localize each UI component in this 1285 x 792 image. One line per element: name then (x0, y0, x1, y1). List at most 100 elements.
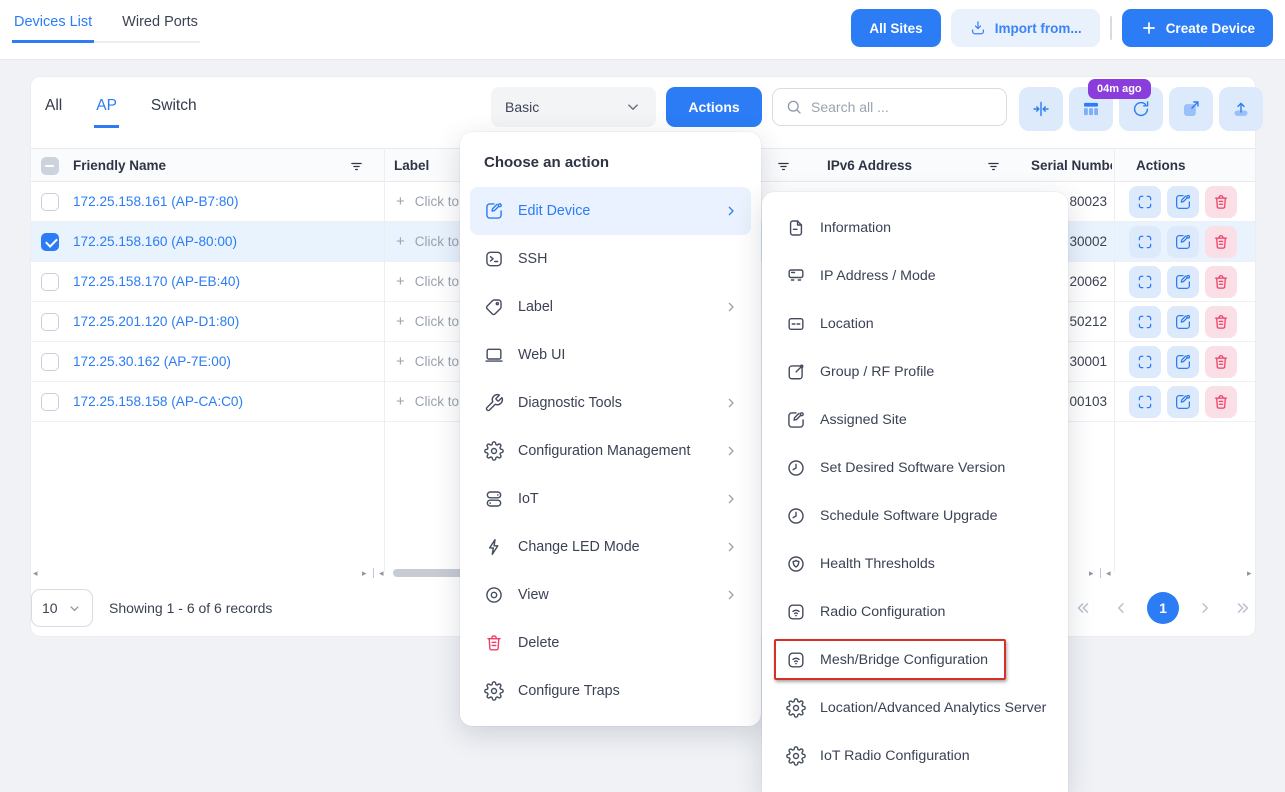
action-menu-item[interactable]: SSH (470, 235, 751, 283)
submenu-item[interactable]: Location/Advanced Analytics Server (762, 684, 1068, 732)
expand-row-button[interactable] (1129, 266, 1161, 298)
column-header-serial[interactable]: Serial Number (1031, 149, 1112, 183)
add-label-cell[interactable]: +Click to (396, 262, 459, 302)
page-tab[interactable]: Wired Ports (120, 6, 200, 43)
action-menu-item[interactable]: Delete (470, 619, 751, 667)
select-all-checkbox[interactable] (41, 157, 59, 175)
scroll-right-arrow-icon[interactable]: ▸ (1247, 567, 1252, 579)
action-menu-item[interactable]: Configure Traps (470, 667, 751, 715)
column-header-ipv6[interactable]: IPv6 Address (827, 149, 912, 183)
scroll-right-arrow-icon[interactable]: ▸ (362, 567, 367, 579)
expand-row-button[interactable] (1129, 226, 1161, 258)
pagination-prev-button[interactable] (1109, 596, 1133, 620)
submenu-item[interactable]: Location (762, 300, 1068, 348)
delete-row-button[interactable] (1205, 306, 1237, 338)
action-menu-item[interactable]: Edit Device (470, 187, 751, 235)
expand-icon (1136, 273, 1154, 291)
device-name-link[interactable]: 172.25.201.120 (AP-D1:80) (73, 302, 239, 342)
filter-icon[interactable] (349, 159, 364, 174)
device-type-tab[interactable]: All (43, 91, 64, 128)
actions-button[interactable]: Actions (666, 87, 762, 127)
column-header-actions: Actions (1136, 149, 1186, 183)
submenu-item[interactable]: Mesh/Bridge Configuration (762, 636, 1068, 684)
view-mode-select[interactable]: Basic (491, 87, 656, 127)
action-menu-item[interactable]: Label (470, 283, 751, 331)
delete-row-button[interactable] (1205, 266, 1237, 298)
create-device-button[interactable]: Create Device (1122, 9, 1273, 47)
add-label-cell[interactable]: +Click to (396, 302, 459, 342)
device-name-link[interactable]: 172.25.158.158 (AP-CA:C0) (73, 382, 243, 422)
action-menu-item[interactable]: View (470, 571, 751, 619)
toolbar-icon-button[interactable] (1219, 87, 1263, 131)
scroll-left-arrow-icon[interactable]: ◂ (33, 567, 38, 579)
add-label-cell[interactable]: +Click to (396, 382, 459, 422)
toolbar-icon-button[interactable] (1019, 87, 1063, 131)
edit-row-button[interactable] (1167, 346, 1199, 378)
expand-row-button[interactable] (1129, 186, 1161, 218)
edit-row-button[interactable] (1167, 186, 1199, 218)
pagination-current-page[interactable]: 1 (1147, 592, 1179, 624)
import-from-button[interactable]: Import from... (951, 9, 1100, 47)
row-checkbox[interactable] (41, 313, 59, 331)
submenu-item[interactable]: Schedule Software Upgrade (762, 492, 1068, 540)
filter-icon[interactable] (776, 159, 791, 174)
row-checkbox[interactable] (41, 393, 59, 411)
device-name-link[interactable]: 172.25.158.161 (AP-B7:80) (73, 182, 239, 222)
device-name-link[interactable]: 172.25.158.170 (AP-EB:40) (73, 262, 240, 302)
edit-row-button[interactable] (1167, 266, 1199, 298)
scroll-left-arrow-icon[interactable]: ◂ (379, 567, 384, 579)
column-header-friendly-name[interactable]: Friendly Name (73, 149, 166, 183)
submenu-item[interactable]: Health Thresholds (762, 540, 1068, 588)
expand-row-button[interactable] (1129, 346, 1161, 378)
expand-icon (1136, 393, 1154, 411)
row-checkbox[interactable] (41, 353, 59, 371)
search-input[interactable] (811, 99, 994, 115)
device-type-tab[interactable]: Switch (149, 91, 199, 128)
delete-row-button[interactable] (1205, 186, 1237, 218)
row-checkbox[interactable] (41, 273, 59, 291)
action-menu-item[interactable]: Change LED Mode (470, 523, 751, 571)
edit-row-button[interactable] (1167, 386, 1199, 418)
action-menu-item[interactable]: Web UI (470, 331, 751, 379)
action-menu-item[interactable]: IoT (470, 475, 751, 523)
all-sites-button[interactable]: All Sites (851, 9, 940, 47)
refresh-icon (1131, 99, 1151, 119)
submenu-item[interactable]: Assigned Site (762, 396, 1068, 444)
action-menu-item[interactable]: Diagnostic Tools (470, 379, 751, 427)
action-menu-title: Choose an action (460, 146, 761, 187)
add-label-cell[interactable]: +Click to (396, 182, 459, 222)
row-checkbox[interactable] (41, 193, 59, 211)
device-name-link[interactable]: 172.25.30.162 (AP-7E:00) (73, 342, 231, 382)
pagination-last-button[interactable] (1231, 596, 1255, 620)
device-type-tab[interactable]: AP (94, 91, 119, 128)
delete-row-button[interactable] (1205, 346, 1237, 378)
action-menu-item[interactable]: Configuration Management (470, 427, 751, 475)
pagination-first-button[interactable] (1071, 596, 1095, 620)
gear-icon (786, 746, 806, 766)
submenu-item[interactable]: IP Address / Mode (762, 252, 1068, 300)
page-size-select[interactable]: 10 (31, 589, 93, 627)
add-label-cell[interactable]: +Click to (396, 342, 459, 382)
column-header-label[interactable]: Label (394, 149, 429, 183)
edit-row-button[interactable] (1167, 226, 1199, 258)
submenu-item[interactable]: Group / RF Profile (762, 348, 1068, 396)
expand-row-button[interactable] (1129, 306, 1161, 338)
submenu-item[interactable]: Radio Configuration (762, 588, 1068, 636)
submenu-item[interactable]: Set Desired Software Version (762, 444, 1068, 492)
device-name-link[interactable]: 172.25.158.160 (AP-80:00) (73, 222, 237, 262)
submenu-item[interactable]: IoT Radio Configuration (762, 732, 1068, 780)
delete-row-button[interactable] (1205, 226, 1237, 258)
add-label-cell[interactable]: +Click to (396, 222, 459, 262)
scroll-right-arrow-icon[interactable]: ▸ (1089, 567, 1094, 579)
edit-row-button[interactable] (1167, 306, 1199, 338)
toolbar-icon-button[interactable] (1169, 87, 1213, 131)
delete-row-button[interactable] (1205, 386, 1237, 418)
row-checkbox[interactable] (41, 233, 59, 251)
pagination-next-button[interactable] (1193, 596, 1217, 620)
scroll-left-arrow-icon[interactable]: ◂ (1106, 567, 1111, 579)
page-tab[interactable]: Devices List (12, 6, 94, 43)
filter-icon[interactable] (986, 159, 1001, 174)
add-label-text: Click to (415, 314, 459, 329)
submenu-item[interactable]: Information (762, 204, 1068, 252)
expand-row-button[interactable] (1129, 386, 1161, 418)
